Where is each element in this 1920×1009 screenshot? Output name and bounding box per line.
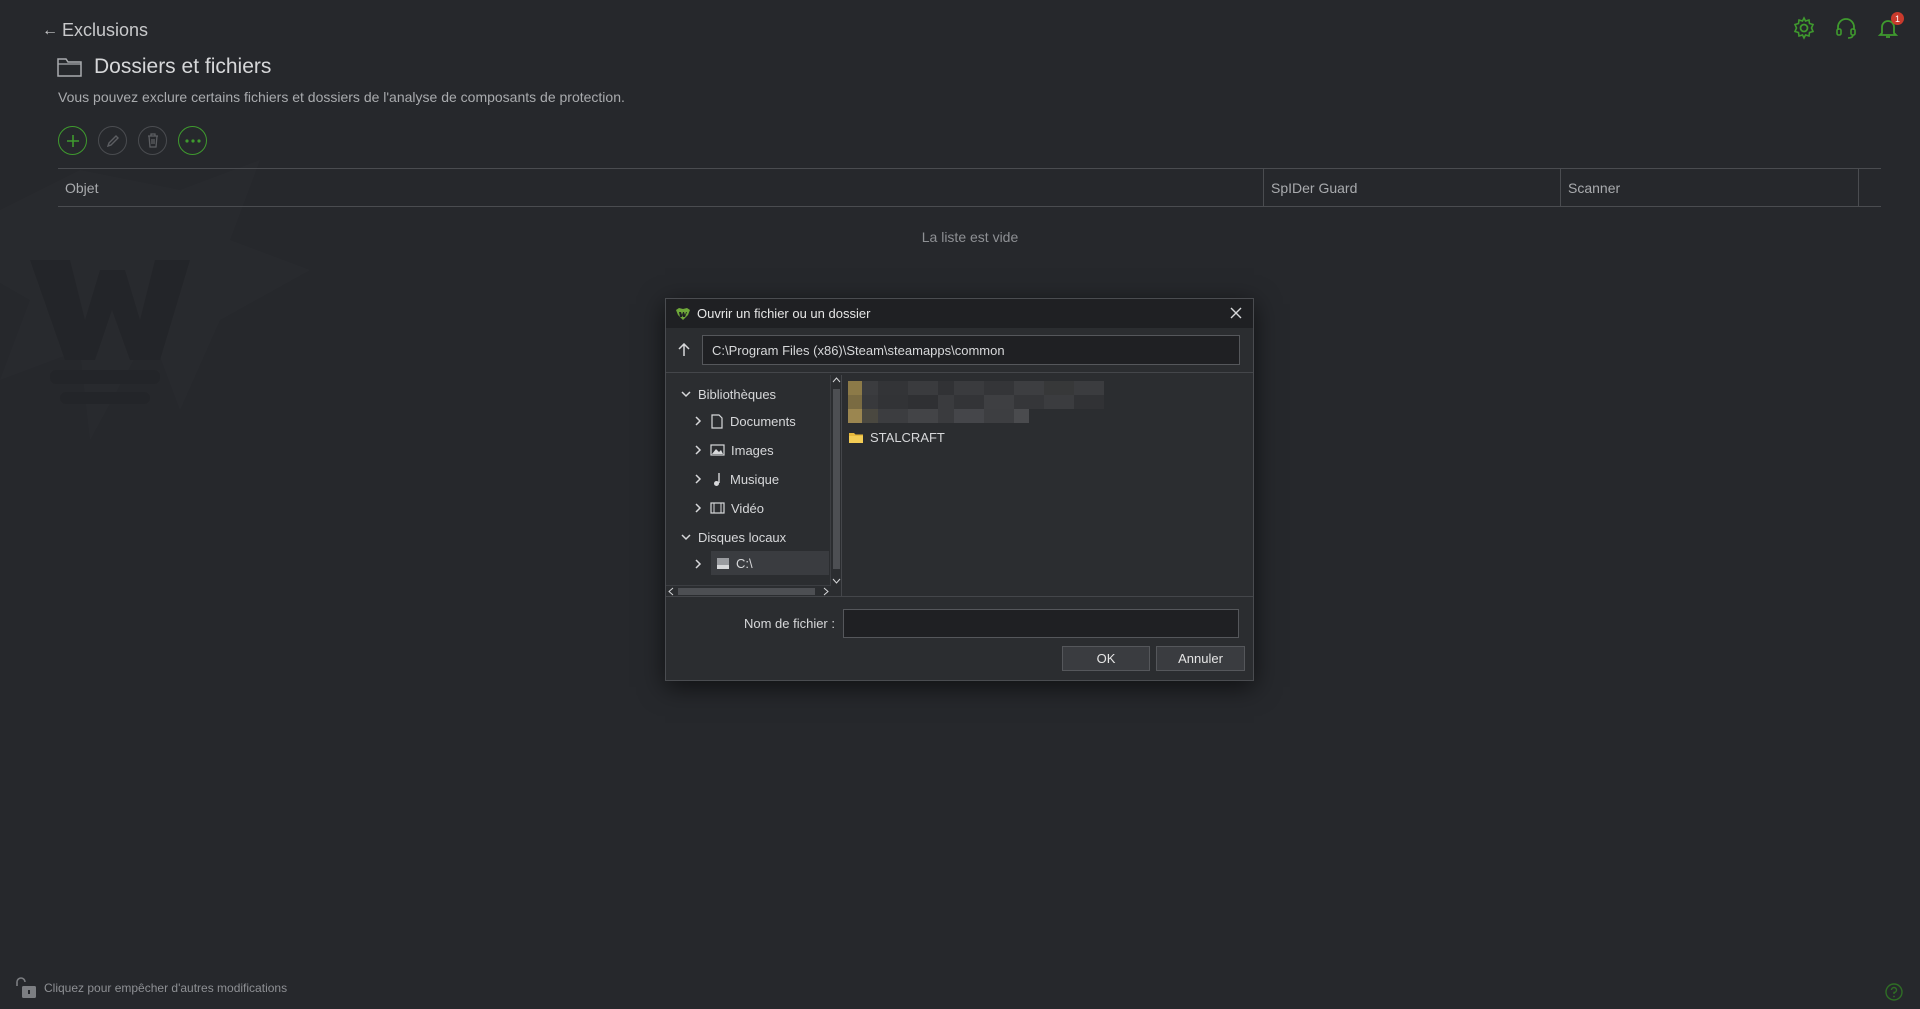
folder-outline-icon [57,58,82,77]
settings-button[interactable] [1792,16,1816,40]
tree-item-video[interactable]: Vidéo [692,496,764,520]
unlock-icon [16,977,36,998]
folder-icon [849,433,863,443]
path-row [666,328,1253,373]
arrow-up-icon [678,343,690,356]
notifications-button[interactable]: 1 [1876,12,1904,40]
filename-row: Nom de fichier : [666,609,1253,638]
blurred-file-row [848,381,1104,395]
header-icons: 1 [1792,12,1904,40]
more-icon [184,138,201,143]
tree-item-drive-c-selected[interactable]: C:\ [711,551,829,575]
scroll-left-icon [668,587,674,596]
chevron-down-icon [681,391,691,398]
tree-item-label: Bibliothèques [698,386,777,402]
tree-item-label: Musique [730,471,780,487]
empty-list-message: La liste est vide [921,229,1019,245]
help-button[interactable] [1885,983,1903,1006]
tree-vertical-scroll-thumb[interactable] [833,389,840,569]
chevron-right-icon [695,445,702,455]
up-folder-button[interactable] [674,339,694,361]
page-title-row: Dossiers et fichiers [57,55,271,79]
dialog-panes: Bibliothèques Documents Images Musique V [666,375,1253,597]
filename-input[interactable] [843,609,1239,638]
scroll-up-icon [832,377,841,383]
lock-text: Cliquez pour empêcher d'autres modificat… [44,981,288,995]
arrow-left-icon: ← [42,21,58,39]
headset-icon [1836,18,1856,39]
tree-item-label: C:\ [736,555,753,571]
column-header-scanner[interactable]: Scanner [1561,169,1859,206]
dialog-title: Ouvrir un fichier ou un dossier [697,306,871,321]
video-icon [710,502,725,514]
tree-item-documents[interactable]: Documents [692,409,796,433]
filename-label: Nom de fichier : [743,616,835,631]
delete-icon [147,133,158,148]
tree-item-label: Images [731,442,774,458]
tree-item-label: Vidéo [731,500,765,516]
blurred-file-row [848,409,1029,423]
column-header-spider-guard[interactable]: SpIDer Guard [1264,169,1561,206]
drive-icon [717,557,729,569]
column-header-object[interactable]: Objet [58,169,1264,206]
ok-button[interactable]: OK [1062,646,1150,671]
chevron-right-icon [695,559,702,569]
toolbar [58,126,207,155]
add-button[interactable] [58,126,87,155]
tree-item-drive-c[interactable] [692,552,704,576]
tree-item-label: Disques locaux [698,529,787,545]
gear-icon [1793,16,1815,40]
close-icon[interactable] [1228,305,1244,321]
table-header: Objet SpIDer Guard Scanner [58,168,1881,207]
music-icon [714,472,720,486]
lock-toggle[interactable]: Cliquez pour empêcher d'autres modificat… [14,977,287,999]
blurred-file-row [848,395,1104,409]
page-subtitle: Vous pouvez exclure certains fichiers et… [58,89,625,105]
page-title: Dossiers et fichiers [94,55,272,78]
tree-item-local-disks[interactable]: Disques locaux [680,525,786,549]
chevron-right-icon [695,474,702,484]
tree-item-libraries[interactable]: Bibliothèques [680,382,776,406]
more-button[interactable] [178,126,207,155]
file-list: STALCRAFT [842,375,1253,596]
edit-button[interactable] [98,126,127,155]
chevron-right-icon [695,416,702,426]
chevron-down-icon [681,534,691,541]
help-icon [1885,983,1903,1001]
chevron-right-icon [695,503,702,513]
file-item-stalcraft[interactable]: STALCRAFT [848,430,945,445]
notification-badge: 1 [1891,12,1904,25]
drweb-logo-icon [676,307,690,320]
support-button[interactable] [1834,16,1858,40]
dialog-titlebar: Ouvrir un fichier ou un dossier [666,299,1253,328]
add-icon [66,134,79,147]
document-icon [711,413,723,429]
edit-icon [106,134,119,147]
tree-horizontal-scrollbar[interactable] [666,585,831,596]
folder-tree: Bibliothèques Documents Images Musique V [666,375,842,596]
tree-vertical-scrollbar[interactable] [830,375,841,586]
back-label: Exclusions [62,20,149,40]
image-icon [710,444,725,456]
scroll-right-icon [823,587,829,596]
tree-horizontal-scroll-thumb[interactable] [678,588,815,595]
column-header-extra [1859,169,1881,206]
back-link-exclusions[interactable]: ← Exclusions [42,20,148,41]
open-file-dialog: Ouvrir un fichier ou un dossier Biblioth… [665,298,1254,681]
tree-item-music[interactable]: Musique [692,467,779,491]
cancel-button[interactable]: Annuler [1156,646,1245,671]
tree-item-images[interactable]: Images [692,438,774,462]
path-input[interactable] [702,335,1240,365]
tree-item-label: Documents [730,413,796,429]
scroll-down-icon [832,578,841,584]
file-item-label: STALCRAFT [870,430,945,445]
delete-button[interactable] [138,126,167,155]
